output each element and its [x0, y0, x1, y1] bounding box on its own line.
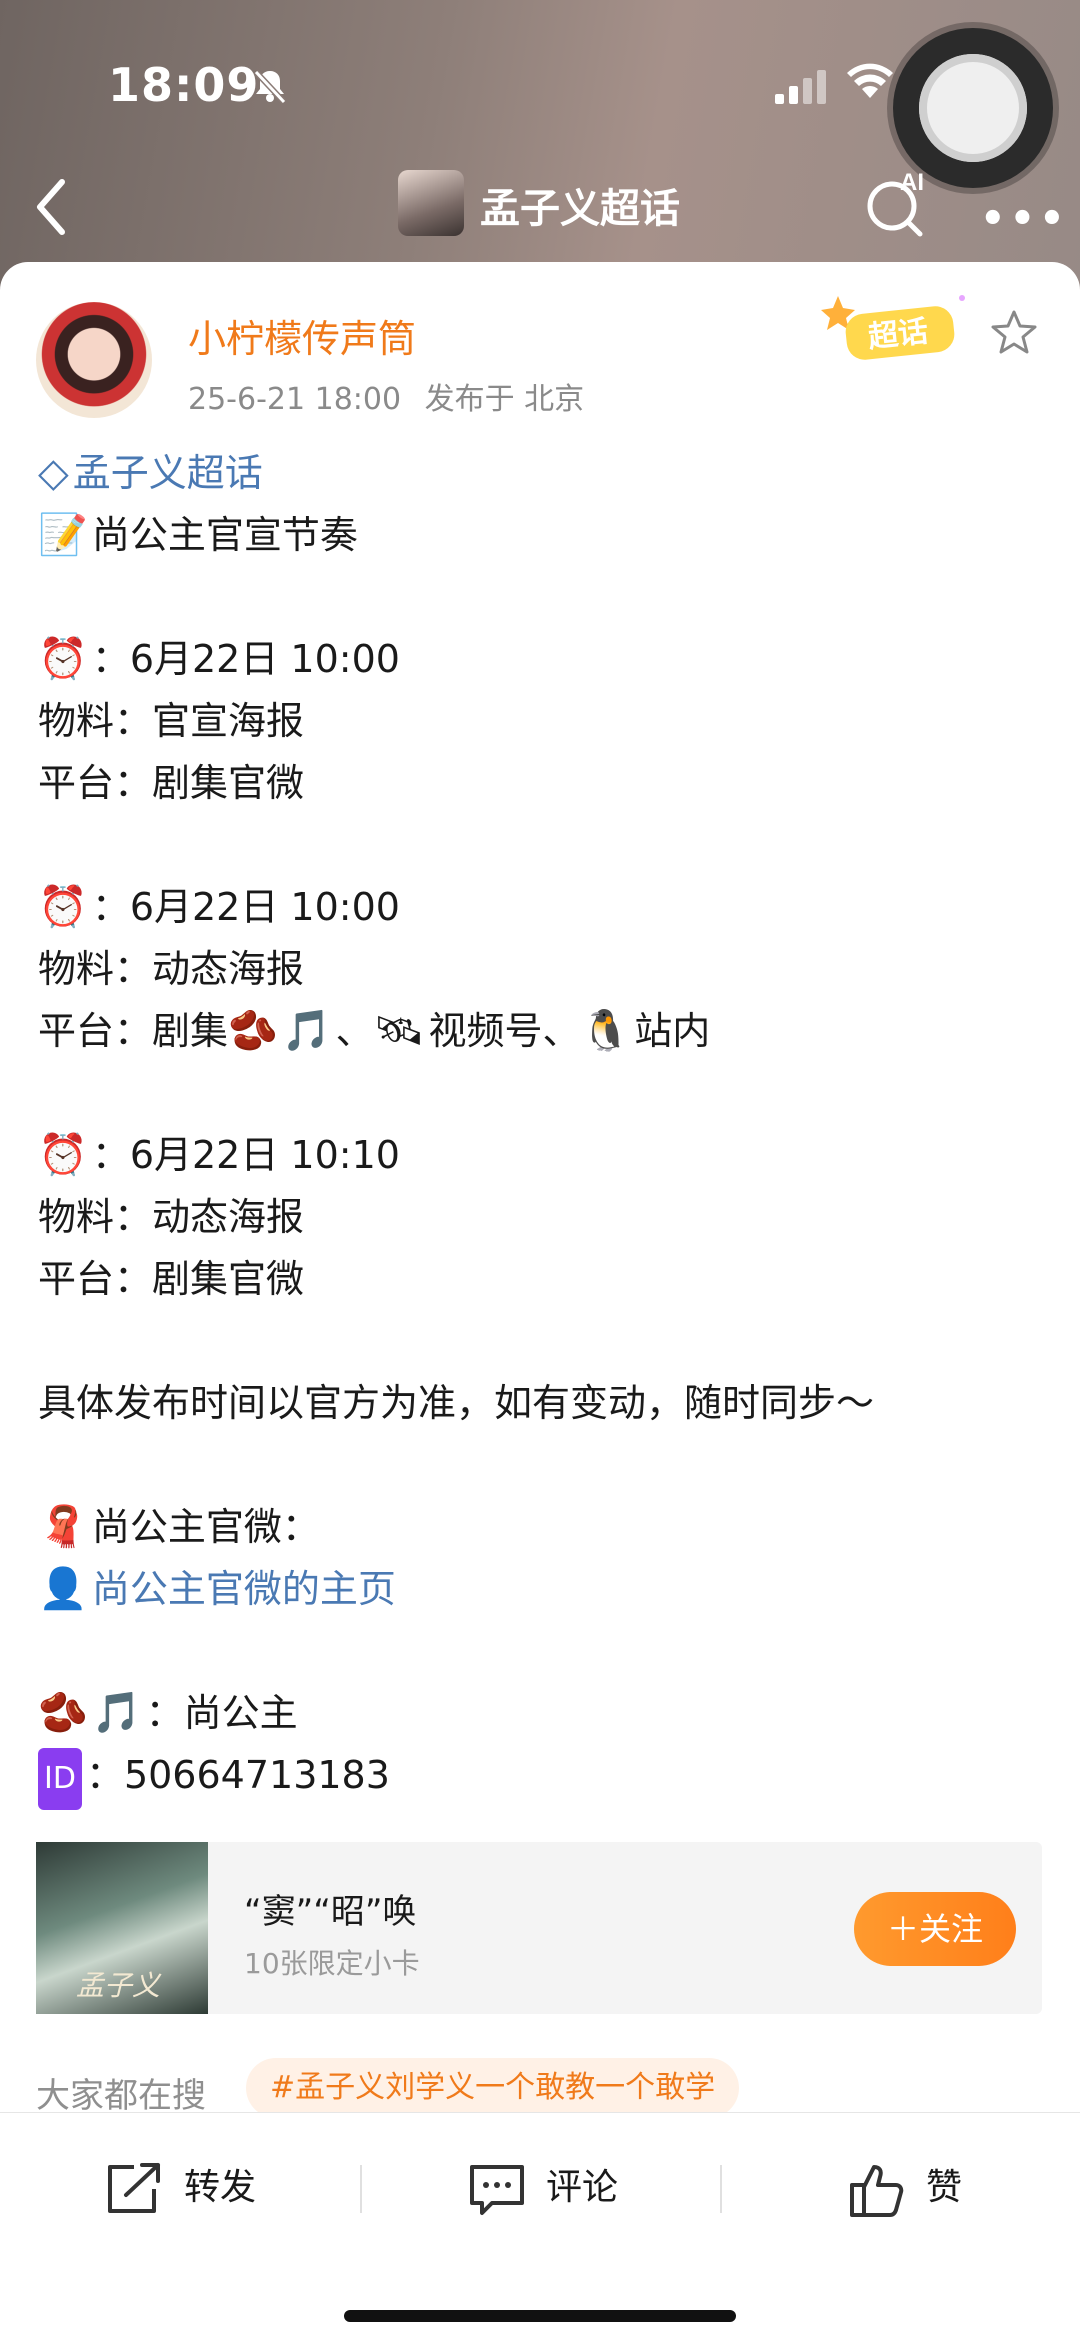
post-line-1: 📝 尚公主官宣节奏 — [38, 504, 1048, 566]
status-bar: 18:09 — [0, 0, 1080, 188]
thumbs-up-icon — [850, 2165, 904, 2217]
alarm-clock-icon: ⏰ — [38, 884, 88, 930]
ai-search-icon[interactable]: AI — [862, 168, 934, 240]
post-line-platform-1: 平台：剧集官微 — [38, 761, 305, 805]
divider — [720, 2165, 722, 2213]
post-card: 小柠檬传声筒 25-6-21 18:00 发布于 北京 超话 ◇ 孟子义超话 📝 尚… — [0, 262, 1080, 2349]
post-line-official: 🧣 尚公主官微： — [38, 1496, 1048, 1558]
trending-search: 大家都在搜 #孟子义刘学义一个敢教一个敢学 — [36, 2058, 1080, 2118]
post-line-time-3: ⏰ ：6月22日 10:10 — [38, 1124, 1048, 1186]
penguin-icon: 🐧 — [580, 1008, 631, 1054]
post-line-music: 🫘 🎵 ：尚公主 — [38, 1682, 1048, 1744]
top-nav: 孟子义超话 AI ••• — [0, 160, 1080, 260]
post-line-material-3: 物料：动态海报 — [38, 1195, 305, 1239]
author-avatar[interactable] — [36, 302, 152, 418]
repost-button[interactable]: 转发 — [104, 2153, 256, 2223]
badge-label: 超话 — [867, 314, 930, 355]
cellular-signal-icon — [775, 70, 826, 104]
topic-avatar[interactable] — [398, 170, 464, 236]
post-date: 25-6-21 18:00 — [188, 382, 402, 417]
music-note-icon: 🎵 — [91, 1690, 142, 1736]
promo-thumbnail: 孟子义 — [36, 1842, 208, 2014]
alarm-clock-icon: ⏰ — [38, 636, 88, 682]
beans-icon: 🫘 — [38, 1690, 88, 1736]
beans-icon: 🫘 — [228, 1008, 278, 1054]
alarm-clock-icon: ⏰ — [38, 1132, 88, 1178]
music-note-icon: 🎵 — [281, 1008, 332, 1054]
official-profile-link[interactable]: 👤 尚公主官微的主页 — [38, 1558, 1048, 1620]
back-icon[interactable] — [28, 172, 78, 242]
silent-bell-icon — [253, 69, 287, 105]
user-icon: 👤 — [38, 1566, 88, 1612]
post-line-time-1: ⏰ ：6月22日 10:00 — [38, 628, 1048, 690]
diamond-icon: ◇ — [38, 450, 69, 496]
home-indicator — [344, 2310, 736, 2322]
post-line-id: ID ：50664713183 — [38, 1744, 1048, 1810]
promo-subtitle: 10张限定小卡 — [244, 1947, 420, 1980]
id-icon: ID — [38, 1748, 82, 1810]
satellite-icon: 🛰 — [373, 1008, 425, 1054]
follow-button[interactable]: ＋关注 — [854, 1892, 1016, 1966]
repost-icon — [108, 2163, 160, 2213]
like-button[interactable]: 赞 — [846, 2153, 962, 2223]
record-inner — [919, 54, 1027, 162]
more-icon[interactable]: ••• — [980, 196, 1069, 242]
post-line-platform-3: 平台：剧集官微 — [38, 1257, 305, 1301]
page-title[interactable]: 孟子义超话 — [480, 176, 680, 234]
post-line-note: 具体发布时间以官方为准，如有变动，随时同步～ — [38, 1381, 875, 1425]
post-line-time-2: ⏰ ：6月22日 10:00 — [38, 876, 1048, 938]
topic-link[interactable]: ◇ 孟子义超话 — [38, 442, 1048, 504]
post-line-material-2: 物料：动态海报 — [38, 947, 305, 991]
author-name[interactable]: 小柠檬传声筒 — [188, 308, 416, 363]
memo-icon: 📝 — [38, 512, 88, 558]
scarf-icon: 🧣 — [38, 1504, 88, 1550]
post-body: ◇ 孟子义超话 📝 尚公主官宣节奏 ⏰ ：6月22日 10:00 物料：官宣海报 平台… — [38, 442, 1048, 1810]
post-meta: 25-6-21 18:00 发布于 北京 — [188, 374, 584, 418]
comment-button[interactable]: 评论 — [466, 2153, 618, 2223]
status-time: 18:09 — [108, 58, 260, 112]
trending-tag[interactable]: #孟子义刘学义一个敢教一个敢学 — [246, 2058, 740, 2118]
favorite-star-icon[interactable] — [990, 308, 1038, 356]
ai-label: AI — [900, 169, 924, 196]
wifi-icon — [847, 63, 893, 98]
post-line-platform-2: 平台：剧集🫘 🎵 、🛰 视频号、🐧 站内 — [38, 1000, 1048, 1062]
promo-card[interactable]: 孟子义 “窦”“昭”唤 10张限定小卡 ＋关注 — [36, 1842, 1042, 2014]
super-topic-badge-icon: 超话 — [821, 295, 965, 360]
divider — [360, 2165, 362, 2213]
comment-icon — [470, 2165, 524, 2215]
post-location: 发布于 北京 — [424, 382, 585, 417]
promo-title: “窦”“昭”唤 — [244, 1892, 417, 1932]
post-line-material-1: 物料：官宣海报 — [38, 699, 305, 743]
trending-label: 大家都在搜 — [36, 2076, 206, 2116]
